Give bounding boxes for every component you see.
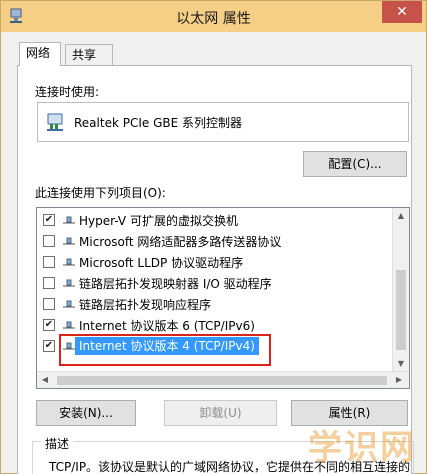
- adapter-name: Realtek PCIe GBE 系列控制器: [74, 116, 243, 130]
- checkbox[interactable]: [43, 298, 55, 310]
- protocol-icon: [63, 258, 75, 266]
- scroll-thumb[interactable]: [57, 376, 387, 385]
- uninstall-button[interactable]: 卸载(U): [164, 400, 277, 426]
- vertical-scrollbar[interactable]: ▲ ▼: [392, 208, 409, 372]
- connect-using-label: 连接时使用:: [35, 85, 100, 99]
- component-list[interactable]: ✔ Hyper-V 可扩展的虚拟交换机 Microsoft 网络适配器多路传送器…: [36, 207, 410, 389]
- list-item[interactable]: ✔ Hyper-V 可扩展的虚拟交换机: [37, 210, 391, 231]
- scroll-thumb[interactable]: [396, 270, 406, 350]
- configure-button[interactable]: 配置(C)...: [303, 151, 407, 177]
- checkbox[interactable]: [43, 277, 55, 289]
- close-button[interactable]: ✕: [382, 1, 422, 23]
- adapter-card-icon: [47, 113, 63, 131]
- item-label: Microsoft 网络适配器多路传送器协议: [79, 235, 282, 249]
- protocol-icon: [63, 342, 75, 350]
- scroll-up-icon[interactable]: ▲: [393, 208, 409, 224]
- protocol-icon: [63, 300, 75, 308]
- item-label: Microsoft LLDP 协议驱动程序: [79, 256, 244, 270]
- items-label: 此连接使用下列项目(O):: [35, 186, 166, 200]
- window-title: 以太网 属性: [176, 11, 251, 27]
- tab-sharing[interactable]: 共享: [65, 44, 113, 66]
- item-label: 链路层拓扑发现响应程序: [79, 298, 212, 312]
- item-label: Internet 协议版本 6 (TCP/IPv6): [79, 319, 255, 333]
- horizontal-scrollbar[interactable]: ◀ ▶: [37, 371, 409, 388]
- list-item[interactable]: 链路层拓扑发现响应程序: [37, 294, 391, 315]
- description-text: TCP/IP。该协议是默认的广域网络协议，它提供在不同的相互连接的: [49, 460, 411, 474]
- list-item[interactable]: Microsoft 网络适配器多路传送器协议: [37, 231, 391, 252]
- protocol-icon: [63, 321, 75, 329]
- install-button[interactable]: 安装(N)...: [36, 400, 136, 426]
- scroll-left-icon[interactable]: ◀: [37, 372, 53, 388]
- description-title: 描述: [41, 435, 74, 452]
- checkbox[interactable]: [43, 235, 55, 247]
- properties-window: 以太网 属性 ✕ 网络 共享 连接时使用: Realtek PCIe GBE 系…: [0, 0, 427, 474]
- title-bar[interactable]: 以太网 属性 ✕: [1, 1, 426, 32]
- checkbox[interactable]: [43, 256, 55, 268]
- protocol-icon: [63, 279, 75, 287]
- protocol-icon: [63, 237, 75, 245]
- list-item[interactable]: ✔ Internet 协议版本 6 (TCP/IPv6): [37, 315, 391, 336]
- tab-network[interactable]: 网络: [19, 42, 61, 66]
- list-item[interactable]: 链路层拓扑发现映射器 I/O 驱动程序: [37, 273, 391, 294]
- list-item-selected[interactable]: ✔ Internet 协议版本 4 (TCP/IPv4): [37, 336, 391, 357]
- service-icon: [63, 216, 75, 224]
- checkbox[interactable]: ✔: [43, 319, 55, 331]
- scroll-right-icon[interactable]: ▶: [391, 372, 407, 388]
- list-item[interactable]: Microsoft LLDP 协议驱动程序: [37, 252, 391, 273]
- item-label: Internet 协议版本 4 (TCP/IPv4): [75, 337, 259, 355]
- item-label: Hyper-V 可扩展的虚拟交换机: [79, 214, 238, 228]
- properties-button[interactable]: 属性(R): [291, 400, 408, 426]
- item-label: 链路层拓扑发现映射器 I/O 驱动程序: [79, 277, 272, 291]
- checkbox[interactable]: ✔: [43, 340, 55, 352]
- adapter-box: Realtek PCIe GBE 系列控制器: [37, 102, 409, 142]
- scroll-down-icon[interactable]: ▼: [393, 356, 409, 372]
- checkbox[interactable]: ✔: [43, 214, 55, 226]
